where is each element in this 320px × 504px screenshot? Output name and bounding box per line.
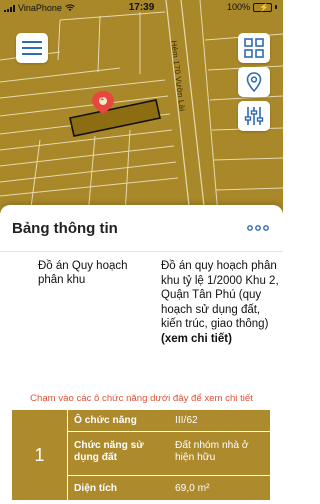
menu-button[interactable] [16, 33, 48, 63]
plan-value: Đồ án quy hoạch phân khu tỷ lệ 1/2000 Kh… [161, 260, 279, 331]
location-button[interactable] [238, 67, 270, 97]
layers-grid-button[interactable] [238, 33, 270, 63]
card-row-value: 69,0 m² [175, 483, 210, 494]
card-row-key: Chức năng sử dụng đất [74, 440, 144, 463]
filter-button[interactable] [238, 101, 270, 131]
app-screen: Hẻm 170 Vườn Lài 1 VinaPhone 17:39 100% … [0, 0, 283, 504]
tap-hint: Chạm vào các ô chức năng dưới đây để xem… [30, 393, 253, 404]
map-pin-number[interactable]: 1 [100, 95, 104, 102]
land-use-card[interactable]: 1 Ô chức năng III/62 Chức năng sử dụng đ… [12, 410, 270, 500]
ellipsis-icon [247, 225, 269, 231]
card-row-area[interactable]: Diện tích 69,0 m² [68, 476, 270, 500]
card-row-value: Đất nhóm nhà ở hiện hữu [175, 440, 249, 463]
card-row-key: Ô chức năng [74, 415, 137, 426]
location-pin-icon [246, 72, 262, 92]
battery-percent: 100% [226, 2, 250, 12]
panel-title: Bảng thông tin [12, 220, 118, 237]
status-bar: VinaPhone 17:39 100% ⚡ [0, 0, 283, 16]
panel-divider [0, 251, 283, 252]
info-panel: Bảng thông tin Đồ án Quy hoạch phân khu … [0, 205, 283, 504]
plan-info-row: Đồ án Quy hoạch phân khu Đồ án quy hoạch… [0, 257, 283, 381]
view-details-link[interactable]: (xem chi tiết) [161, 332, 281, 347]
card-row-function-cell[interactable]: Ô chức năng III/62 [68, 410, 270, 432]
card-row-value: III/62 [175, 415, 198, 426]
plan-key: Đồ án Quy hoạch phân khu [38, 260, 128, 286]
card-row-land-use[interactable]: Chức năng sử dụng đất Đất nhóm nhà ở hiệ… [68, 432, 270, 476]
battery-cap [275, 5, 277, 9]
grid-icon [244, 38, 264, 58]
card-index: 1 [12, 410, 68, 500]
card-rows: Ô chức năng III/62 Chức năng sử dụng đất… [68, 410, 270, 500]
battery-icon: ⚡ [253, 2, 272, 12]
card-row-key: Diện tích [74, 483, 118, 494]
plan-value-block: Đồ án quy hoạch phân khu tỷ lệ 1/2000 Kh… [161, 259, 281, 347]
more-options-button[interactable] [245, 219, 271, 237]
hamburger-icon [22, 41, 42, 55]
sliders-icon [244, 107, 264, 125]
battery-group: 100% ⚡ [227, 2, 277, 12]
panel-header: Bảng thông tin [0, 205, 283, 251]
